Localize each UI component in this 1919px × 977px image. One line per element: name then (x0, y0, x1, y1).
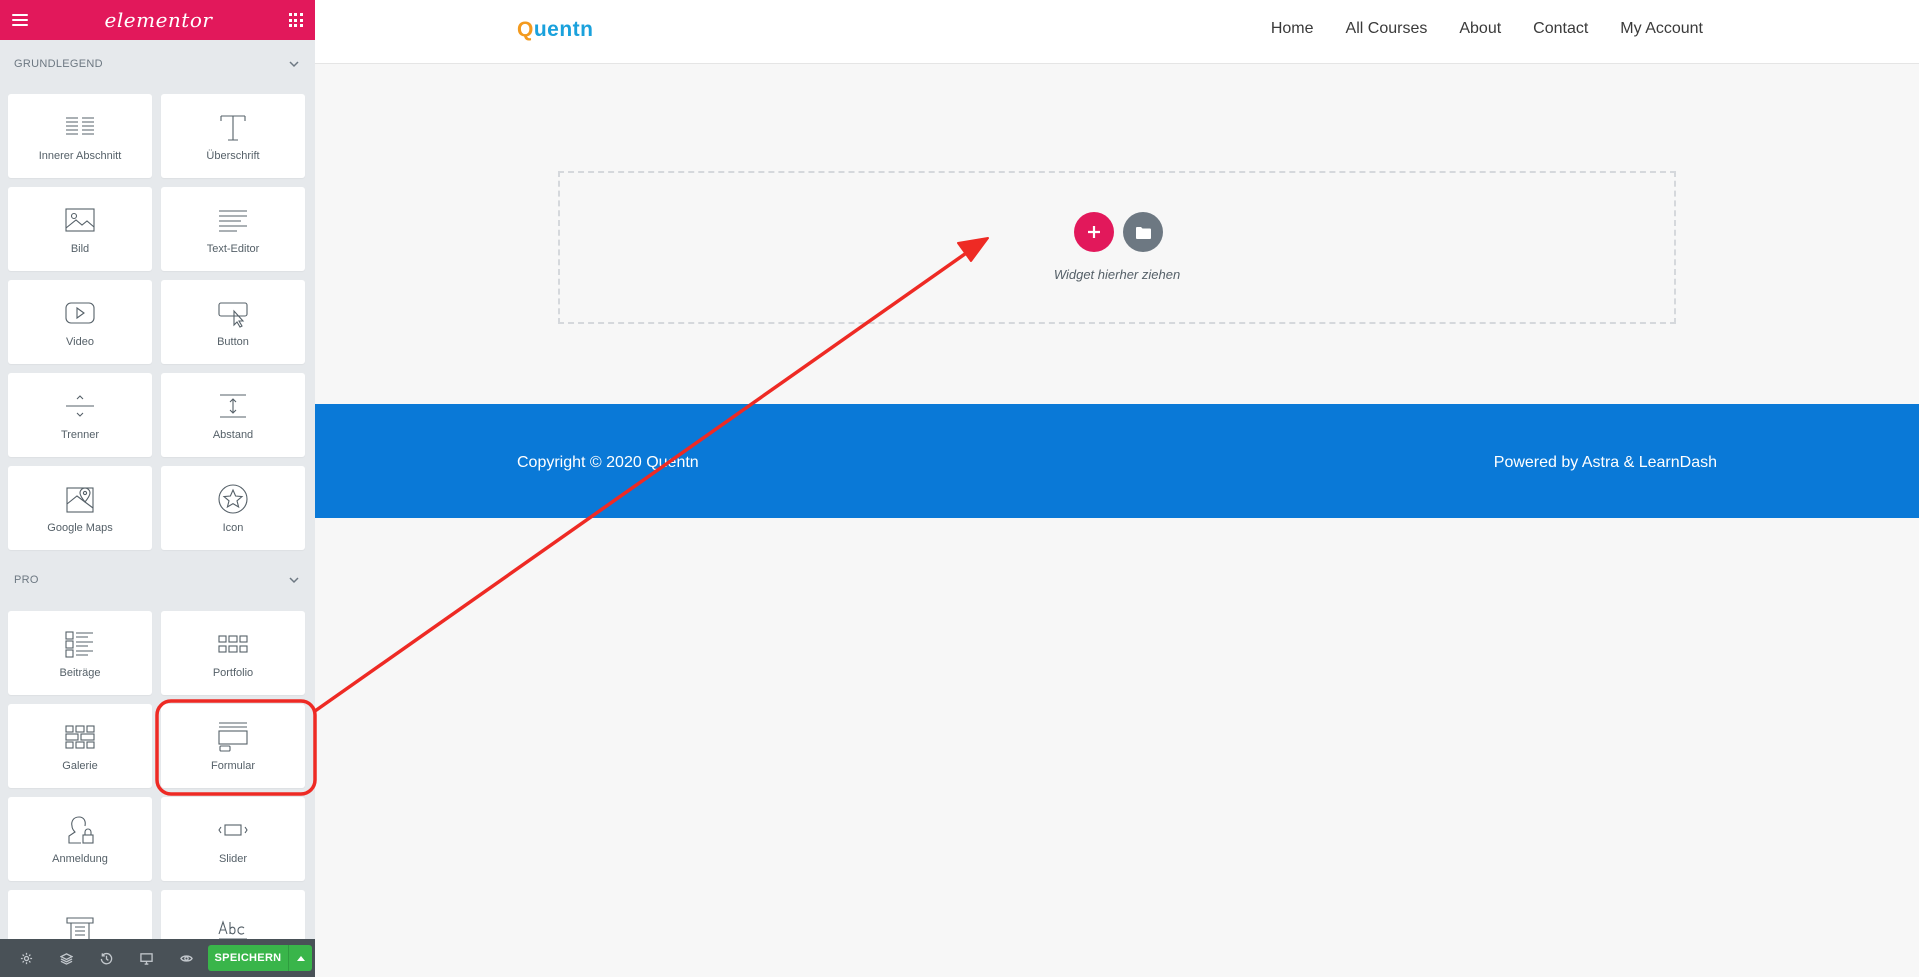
widget-posts[interactable]: Beiträge (8, 611, 152, 695)
widget-label: Slider (218, 853, 248, 865)
image-icon (63, 203, 97, 237)
section-title: GRUNDLEGEND (14, 58, 103, 70)
save-button[interactable]: SPEICHERN (208, 945, 288, 971)
video-icon (63, 296, 97, 330)
widget-spacer[interactable]: Abstand (161, 373, 305, 457)
text-editor-icon (216, 203, 250, 237)
posts-icon (63, 627, 97, 661)
star-icon (216, 482, 250, 516)
widget-label: Trenner (60, 429, 100, 441)
add-section-button[interactable] (1074, 212, 1114, 252)
widget-form[interactable]: Formular (161, 704, 305, 788)
menu-icon[interactable] (12, 14, 28, 26)
responsive-desktop-icon[interactable] (126, 939, 166, 977)
layers-icon[interactable] (46, 939, 86, 977)
widget-label: Anmeldung (52, 853, 108, 865)
widget-grid-basic: Innerer Abschnitt Überschrift Bild Text-… (8, 94, 305, 550)
widget-grid-pro: Beiträge Portfolio Galerie Formular Anme… (8, 611, 305, 974)
widget-label: Button (217, 336, 249, 348)
elementor-panel: elementor GRUNDLEGEND Innerer Abschnitt … (0, 0, 315, 977)
widget-label: Icon (222, 522, 244, 534)
widget-heading[interactable]: Überschrift (161, 94, 305, 178)
widgets-grid-icon[interactable] (288, 13, 303, 27)
widget-google-maps[interactable]: Google Maps (8, 466, 152, 550)
widget-slider[interactable]: Slider (161, 797, 305, 881)
slider-icon (216, 813, 250, 847)
widget-label: Text-Editor (206, 243, 260, 255)
widget-image[interactable]: Bild (8, 187, 152, 271)
caret-up-icon (296, 956, 305, 961)
chevron-down-icon (289, 61, 299, 68)
portfolio-icon (216, 627, 250, 661)
widget-divider[interactable]: Trenner (8, 373, 152, 457)
chevron-down-icon (289, 577, 299, 584)
widget-inner-section[interactable]: Innerer Abschnitt (8, 94, 152, 178)
spacer-icon (216, 389, 250, 423)
nav-home[interactable]: Home (1271, 20, 1314, 38)
add-template-button[interactable] (1123, 212, 1163, 252)
widget-label: Video (66, 336, 94, 348)
widget-label: Überschrift (206, 150, 260, 162)
widget-gallery[interactable]: Galerie (8, 704, 152, 788)
widget-login[interactable]: Anmeldung (8, 797, 152, 881)
history-icon[interactable] (86, 939, 126, 977)
plus-icon (1088, 226, 1100, 238)
divider-icon (63, 389, 97, 423)
section-title: PRO (14, 574, 39, 586)
button-icon (216, 296, 250, 330)
widget-button[interactable]: Button (161, 280, 305, 364)
gallery-icon (63, 720, 97, 754)
save-options-button[interactable] (288, 945, 312, 971)
elementor-logo: elementor (104, 8, 213, 32)
dropzone-hint: Widget hierher ziehen (1053, 267, 1181, 282)
main-navigation: Home All Courses About Contact My Accoun… (1271, 20, 1703, 38)
widget-text-editor[interactable]: Text-Editor (161, 187, 305, 271)
login-icon (63, 813, 97, 847)
nav-about[interactable]: About (1459, 20, 1501, 38)
section-grundlegend[interactable]: GRUNDLEGEND (0, 49, 315, 79)
widget-label: Abstand (212, 429, 254, 441)
preview-eye-icon[interactable] (166, 939, 206, 977)
form-icon (216, 720, 250, 754)
inner-section-icon (63, 110, 97, 144)
widget-video[interactable]: Video (8, 280, 152, 364)
nav-my-account[interactable]: My Account (1620, 20, 1703, 38)
footer-powered-by: Powered by Astra & LearnDash (1493, 454, 1717, 471)
google-maps-icon (63, 482, 97, 516)
site-footer: Copyright © 2020 Quentn Powered by Astra… (315, 404, 1919, 518)
nav-contact[interactable]: Contact (1533, 20, 1588, 38)
widget-label: Beiträge (59, 667, 101, 679)
site-header: Quentn Home All Courses About Contact My… (315, 0, 1919, 64)
dropzone-actions (1074, 212, 1163, 252)
site-logo[interactable]: Quentn (517, 18, 594, 42)
widget-dropzone[interactable]: Widget hierher ziehen (558, 171, 1676, 324)
widget-label: Innerer Abschnitt (38, 150, 122, 162)
logo-text: uentn (533, 18, 594, 41)
widget-label: Bild (70, 243, 90, 255)
widget-portfolio[interactable]: Portfolio (161, 611, 305, 695)
folder-icon (1135, 226, 1151, 239)
footer-copyright: Copyright © 2020 Quentn (517, 454, 699, 471)
widget-label: Galerie (62, 760, 98, 772)
widget-label: Portfolio (212, 667, 254, 679)
panel-header: elementor (0, 0, 315, 40)
widget-icon[interactable]: Icon (161, 466, 305, 550)
panel-footer: SPEICHERN (0, 939, 315, 977)
widget-label: Google Maps (47, 522, 113, 534)
section-pro[interactable]: PRO (0, 565, 315, 595)
settings-icon[interactable] (6, 939, 46, 977)
nav-all-courses[interactable]: All Courses (1346, 20, 1428, 38)
widget-label: Formular (210, 760, 255, 772)
heading-icon (216, 110, 250, 144)
logo-mark: Q (517, 18, 534, 41)
